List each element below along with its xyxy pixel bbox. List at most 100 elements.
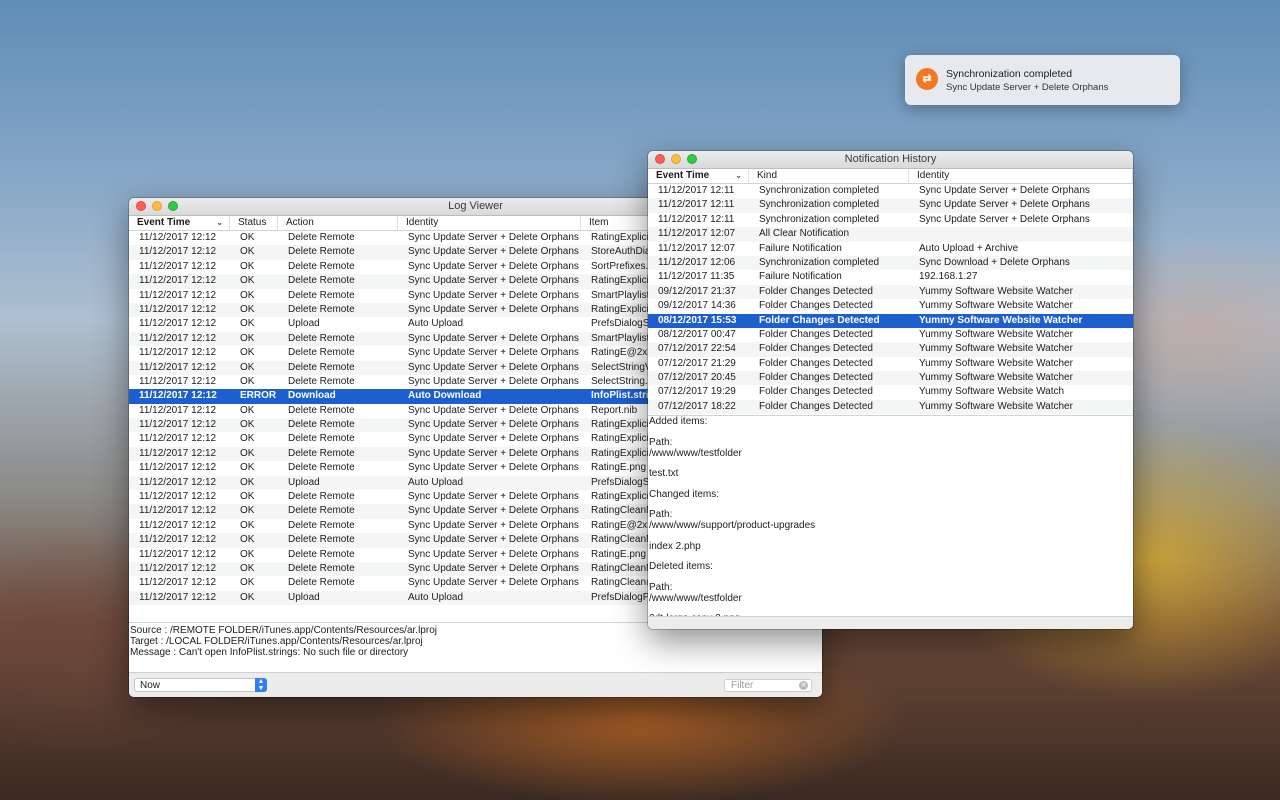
sort-chevron-icon: ⌄ — [735, 171, 742, 180]
table-row[interactable]: 11/12/2017 12:07 All Clear Notification — [648, 227, 1133, 242]
clear-icon[interactable]: ✕ — [799, 681, 808, 690]
identity-cell: Yummy Software Website Watcher — [919, 357, 1073, 369]
table-row[interactable]: 07/12/2017 20:45 Folder Changes Detected Y… — [648, 371, 1133, 386]
column-header-identity[interactable]: Identity — [909, 169, 1133, 183]
event-time-cell: 11/12/2017 12:12 — [139, 361, 217, 373]
status-cell: OK — [240, 303, 255, 315]
status-cell: OK — [240, 419, 255, 431]
identity-cell: Sync Update Server + Delete Orphans — [919, 185, 1090, 196]
action-cell: Delete Remote — [288, 275, 355, 287]
action-cell: Delete Remote — [288, 303, 355, 315]
status-cell: OK — [240, 289, 255, 301]
status-cell: OK — [240, 491, 255, 503]
zoom-button[interactable] — [687, 154, 697, 164]
action-cell: Upload — [288, 318, 320, 330]
action-cell: Delete Remote — [288, 491, 355, 503]
identity-cell: Yummy Software Website Watcher — [919, 328, 1073, 340]
filter-field[interactable]: Filter ✕ — [724, 679, 812, 692]
detail-line: Deleted items: — [649, 561, 713, 572]
event-time-cell: 08/12/2017 15:53 — [658, 314, 737, 326]
status-cell: OK — [240, 519, 255, 531]
identity-cell: Yummy Software Website Watcher — [919, 300, 1073, 312]
detail-line: Target : /LOCAL FOLDER/iTunes.app/Conten… — [130, 636, 423, 647]
status-cell: OK — [240, 447, 255, 459]
event-time-cell: 11/12/2017 12:12 — [139, 347, 217, 359]
event-time-cell: 11/12/2017 12:12 — [139, 375, 217, 387]
identity-cell: Sync Update Server + Delete Orphans — [408, 332, 579, 344]
column-header-status[interactable]: Status — [230, 216, 278, 230]
status-cell: OK — [240, 548, 255, 560]
table-row[interactable]: 11/12/2017 11:35 Failure Notification 192.… — [648, 270, 1133, 284]
event-time-cell: 11/12/2017 12:12 — [139, 433, 217, 445]
identity-cell: Sync Update Server + Delete Orphans — [408, 505, 579, 517]
status-cell: OK — [240, 347, 255, 359]
event-time-cell: 11/12/2017 12:12 — [139, 303, 217, 315]
kind-cell: Folder Changes Detected — [759, 357, 873, 369]
minimize-button[interactable] — [671, 154, 681, 164]
column-header-kind[interactable]: Kind — [749, 169, 909, 183]
identity-cell: Auto Upload — [408, 318, 464, 330]
window-title: Log Viewer — [448, 200, 503, 212]
identity-cell: 192.168.1.27 — [919, 271, 978, 283]
table-row[interactable]: 09/12/2017 21:37 Folder Changes Detected Y… — [648, 284, 1133, 300]
table-row[interactable]: 07/12/2017 18:22 Folder Changes Detected Y… — [648, 399, 1133, 415]
identity-cell: Auto Upload + Archive — [919, 242, 1019, 254]
event-time-cell: 07/12/2017 21:29 — [658, 357, 736, 369]
close-button[interactable] — [655, 154, 665, 164]
identity-cell: Sync Update Server + Delete Orphans — [408, 534, 579, 546]
status-cell: OK — [240, 361, 255, 373]
detail-line — [649, 500, 1133, 510]
time-range-popup[interactable]: Now ▲ ▼ — [134, 678, 267, 692]
table-row[interactable]: 09/12/2017 14:36 Folder Changes Detected Y… — [648, 299, 1133, 313]
notification-body: Sync Update Server + Delete Orphans — [946, 82, 1109, 93]
event-time-cell: 11/12/2017 12:12 — [139, 562, 217, 574]
table-row[interactable]: 11/12/2017 12:11 Synchronization complete… — [648, 213, 1133, 227]
action-cell: Delete Remote — [288, 289, 355, 301]
detail-line — [649, 531, 1133, 541]
status-cell: OK — [240, 476, 255, 488]
event-time-cell: 11/12/2017 12:11 — [658, 213, 735, 225]
table-row[interactable]: 11/12/2017 12:11 Synchronization complete… — [648, 184, 1133, 198]
event-time-cell: 11/12/2017 12:07 — [658, 242, 736, 254]
column-header-action[interactable]: Action — [278, 216, 398, 230]
detail-line: Added items: — [649, 416, 708, 427]
status-cell: ERROR — [240, 390, 277, 402]
identity-cell: Sync Update Server + Delete Orphans — [408, 260, 579, 272]
event-time-cell: 11/12/2017 12:12 — [139, 260, 217, 272]
updown-chevron-icon: ▲ ▼ — [255, 678, 267, 692]
identity-cell: Sync Update Server + Delete Orphans — [919, 199, 1090, 211]
event-time-cell: 07/12/2017 22:54 — [658, 343, 736, 355]
status-cell: OK — [240, 260, 255, 272]
table-row[interactable]: 08/12/2017 00:47 Folder Changes Detected Y… — [648, 328, 1133, 342]
detail-line: Path: — [649, 436, 673, 448]
table-row[interactable]: 07/12/2017 22:54 Folder Changes Detected Y… — [648, 342, 1133, 357]
action-cell: Upload — [288, 591, 320, 603]
kind-cell: Folder Changes Detected — [759, 400, 873, 412]
kind-cell: Synchronization completed — [759, 199, 880, 211]
table-row[interactable]: 11/12/2017 12:11 Synchronization complete… — [648, 198, 1133, 213]
action-cell: Delete Remote — [288, 433, 355, 445]
zoom-button[interactable] — [168, 201, 178, 211]
close-button[interactable] — [136, 201, 146, 211]
column-header-event-time[interactable]: Event Time ⌄ — [129, 216, 230, 230]
notification-title: Synchronization completed — [946, 68, 1073, 80]
table-row[interactable]: 07/12/2017 21:29 Folder Changes Detected Y… — [648, 357, 1133, 371]
table-row[interactable]: 11/12/2017 12:06 Synchronization complete… — [648, 255, 1133, 271]
minimize-button[interactable] — [152, 201, 162, 211]
identity-cell: Yummy Software Website Watcher — [919, 314, 1083, 326]
event-time-cell: 09/12/2017 21:37 — [658, 285, 736, 297]
table-row[interactable]: 08/12/2017 15:53 Folder Changes Detected Y… — [648, 313, 1133, 328]
table-row[interactable]: 11/12/2017 12:07 Failure Notification Auto… — [648, 242, 1133, 256]
kind-cell: Folder Changes Detected — [759, 300, 873, 312]
kind-cell: Folder Changes Detected — [759, 372, 873, 384]
kind-cell: Folder Changes Detected — [759, 285, 873, 297]
table-row[interactable]: 07/12/2017 19:29 Folder Changes Detected Y… — [648, 385, 1133, 399]
action-cell: Delete Remote — [288, 246, 355, 258]
identity-cell: Sync Update Server + Delete Orphans — [408, 246, 579, 258]
identity-cell: Sync Update Server + Delete Orphans — [408, 275, 579, 287]
action-cell: Delete Remote — [288, 548, 355, 560]
kind-cell: Folder Changes Detected — [759, 328, 873, 340]
column-header-identity[interactable]: Identity — [398, 216, 581, 230]
column-header-event-time[interactable]: Event Time ⌄ — [648, 169, 749, 183]
notification-banner[interactable]: ⇄ Synchronization completed Sync Update … — [905, 55, 1180, 105]
